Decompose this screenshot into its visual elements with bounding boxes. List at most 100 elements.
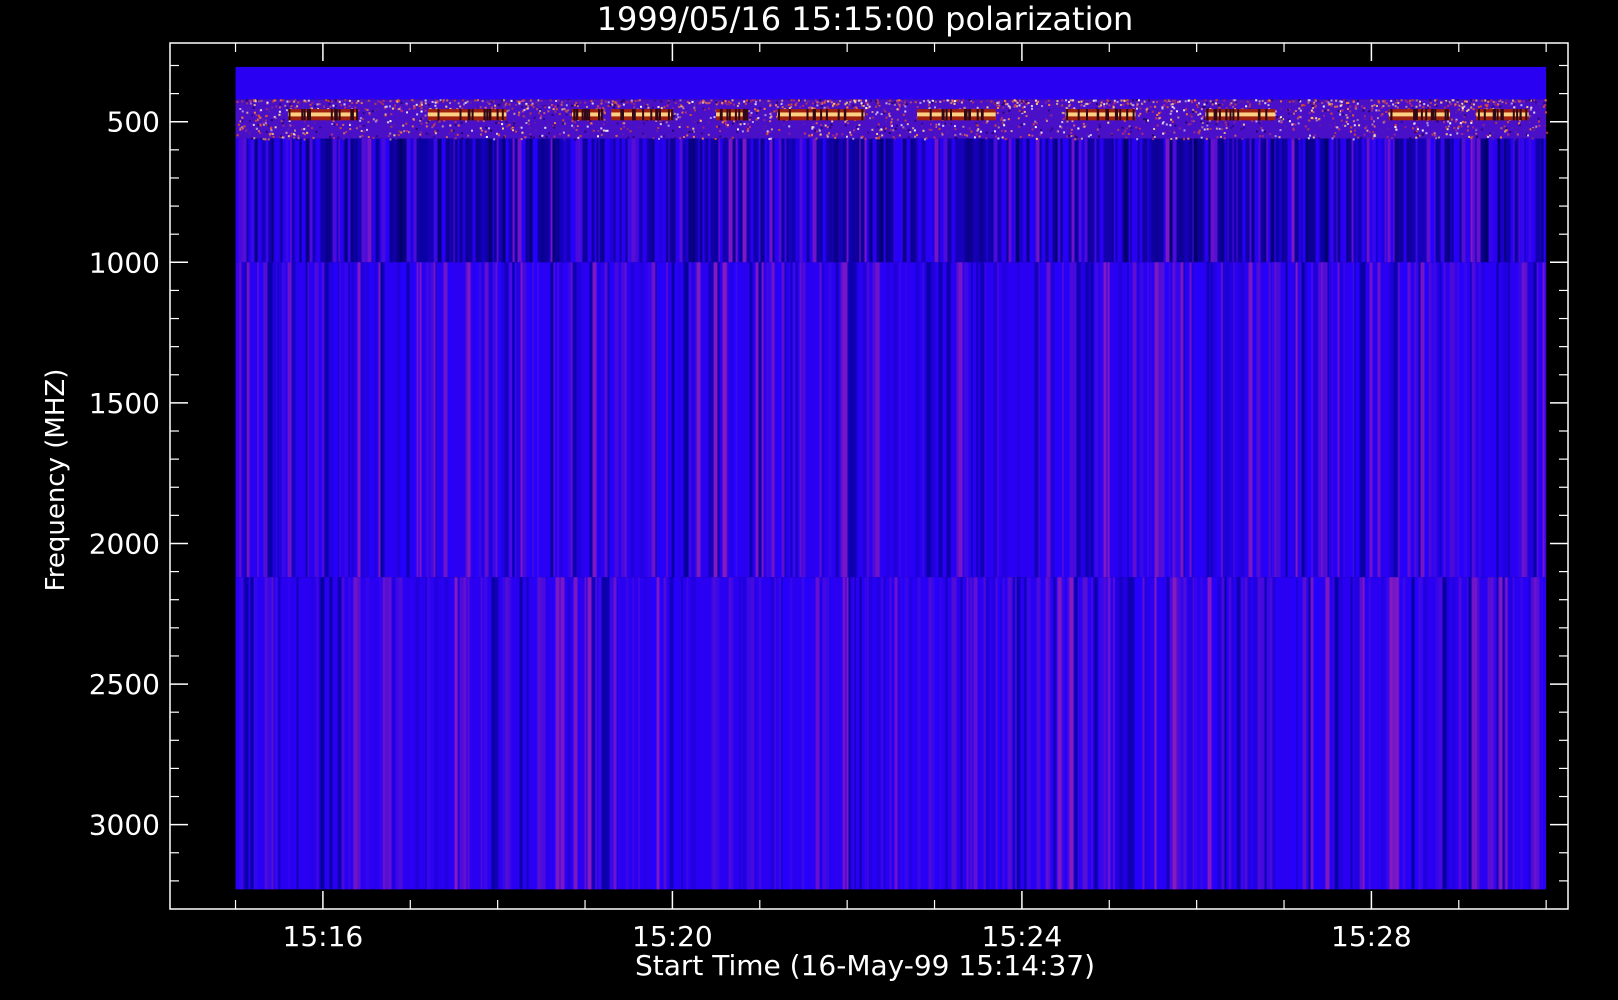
stripe bbox=[875, 262, 880, 578]
noise-speck bbox=[492, 100, 495, 103]
noise-speck bbox=[919, 101, 922, 104]
stripe bbox=[604, 262, 608, 578]
stripe bbox=[522, 262, 527, 578]
noise-speck bbox=[1352, 100, 1355, 103]
stripe bbox=[815, 577, 820, 890]
noise-speck bbox=[715, 125, 718, 128]
stripe bbox=[1087, 577, 1091, 890]
noise-speck bbox=[865, 99, 868, 102]
noise-speck bbox=[1241, 138, 1244, 140]
stripe bbox=[1093, 262, 1095, 578]
stripe bbox=[867, 577, 869, 890]
stripe bbox=[1071, 138, 1075, 263]
stripe bbox=[491, 577, 495, 890]
stripe bbox=[826, 138, 830, 263]
noise-speck bbox=[1366, 129, 1369, 132]
noise-speck bbox=[532, 106, 535, 109]
stripe bbox=[753, 138, 756, 263]
stripe bbox=[1160, 262, 1165, 578]
noise-speck bbox=[1321, 102, 1324, 104]
stripe bbox=[1147, 262, 1149, 578]
stripe bbox=[767, 262, 772, 578]
noise-speck bbox=[1230, 126, 1233, 129]
stripe bbox=[1399, 577, 1403, 890]
noise-speck bbox=[285, 131, 288, 134]
stripe bbox=[1419, 577, 1423, 890]
noise-speck bbox=[637, 126, 640, 129]
stripe bbox=[278, 577, 280, 890]
noise-speck bbox=[1113, 102, 1116, 105]
burst-gap bbox=[738, 109, 741, 121]
stripe bbox=[627, 138, 632, 263]
stripe bbox=[714, 138, 719, 263]
burst-gap bbox=[746, 109, 749, 121]
noise-speck bbox=[497, 103, 500, 106]
noise-speck bbox=[885, 120, 888, 123]
stripe bbox=[537, 262, 539, 578]
stripe bbox=[258, 262, 263, 578]
noise-speck bbox=[294, 133, 296, 136]
stripe bbox=[1015, 138, 1017, 263]
noise-speck bbox=[883, 108, 886, 111]
noise-speck bbox=[609, 104, 612, 106]
noise-speck bbox=[848, 103, 851, 106]
noise-speck bbox=[260, 132, 263, 135]
noise-speck bbox=[982, 106, 985, 109]
burst-gap bbox=[837, 109, 840, 121]
noise-speck bbox=[833, 104, 836, 107]
y-tick-label: 2500 bbox=[89, 668, 160, 701]
stripe bbox=[246, 138, 249, 263]
noise-speck bbox=[928, 128, 931, 131]
noise-speck bbox=[415, 103, 418, 106]
burst-gap bbox=[1215, 109, 1218, 121]
stripe bbox=[1214, 138, 1218, 263]
noise-speck bbox=[677, 116, 680, 119]
stripe bbox=[731, 577, 734, 890]
noise-speck bbox=[1404, 126, 1407, 129]
noise-speck bbox=[1270, 99, 1273, 102]
stripe bbox=[960, 577, 963, 890]
noise-speck bbox=[431, 101, 434, 103]
noise-speck bbox=[1503, 125, 1506, 128]
stripe bbox=[361, 138, 366, 263]
stripe bbox=[853, 577, 855, 890]
stripe bbox=[1074, 577, 1078, 890]
stripe bbox=[288, 577, 290, 890]
noise-speck bbox=[1153, 136, 1156, 138]
noise-speck bbox=[1061, 104, 1064, 107]
burst-gap bbox=[1446, 109, 1449, 121]
noise-speck bbox=[496, 132, 498, 135]
stripe bbox=[1462, 262, 1464, 578]
noise-speck bbox=[1124, 130, 1127, 133]
noise-speck bbox=[1264, 102, 1267, 105]
stripe bbox=[550, 138, 553, 263]
noise-speck bbox=[718, 125, 721, 128]
stripe bbox=[353, 577, 358, 890]
stripe bbox=[505, 577, 509, 890]
noise-speck bbox=[1395, 99, 1398, 102]
stripe bbox=[1169, 577, 1173, 890]
noise-speck bbox=[1152, 138, 1155, 141]
noise-speck bbox=[363, 124, 366, 127]
noise-speck bbox=[1176, 110, 1178, 113]
noise-speck bbox=[471, 129, 473, 132]
noise-speck bbox=[579, 135, 582, 137]
noise-speck bbox=[1461, 120, 1464, 123]
burst-gap bbox=[1066, 109, 1069, 121]
noise-speck bbox=[1445, 133, 1448, 136]
noise-speck bbox=[1400, 121, 1403, 123]
noise-speck bbox=[1217, 104, 1220, 106]
stripe bbox=[311, 577, 314, 890]
stripe bbox=[613, 577, 617, 890]
noise-speck bbox=[1136, 107, 1138, 110]
noise-speck bbox=[524, 115, 527, 118]
stripe bbox=[328, 262, 333, 578]
stripe bbox=[287, 262, 292, 578]
noise-speck bbox=[294, 99, 297, 102]
stripe bbox=[1430, 138, 1435, 263]
stripe bbox=[538, 262, 543, 578]
noise-speck bbox=[254, 127, 257, 130]
noise-speck bbox=[1514, 131, 1517, 134]
noise-speck bbox=[1170, 138, 1173, 140]
stripe bbox=[598, 262, 600, 578]
